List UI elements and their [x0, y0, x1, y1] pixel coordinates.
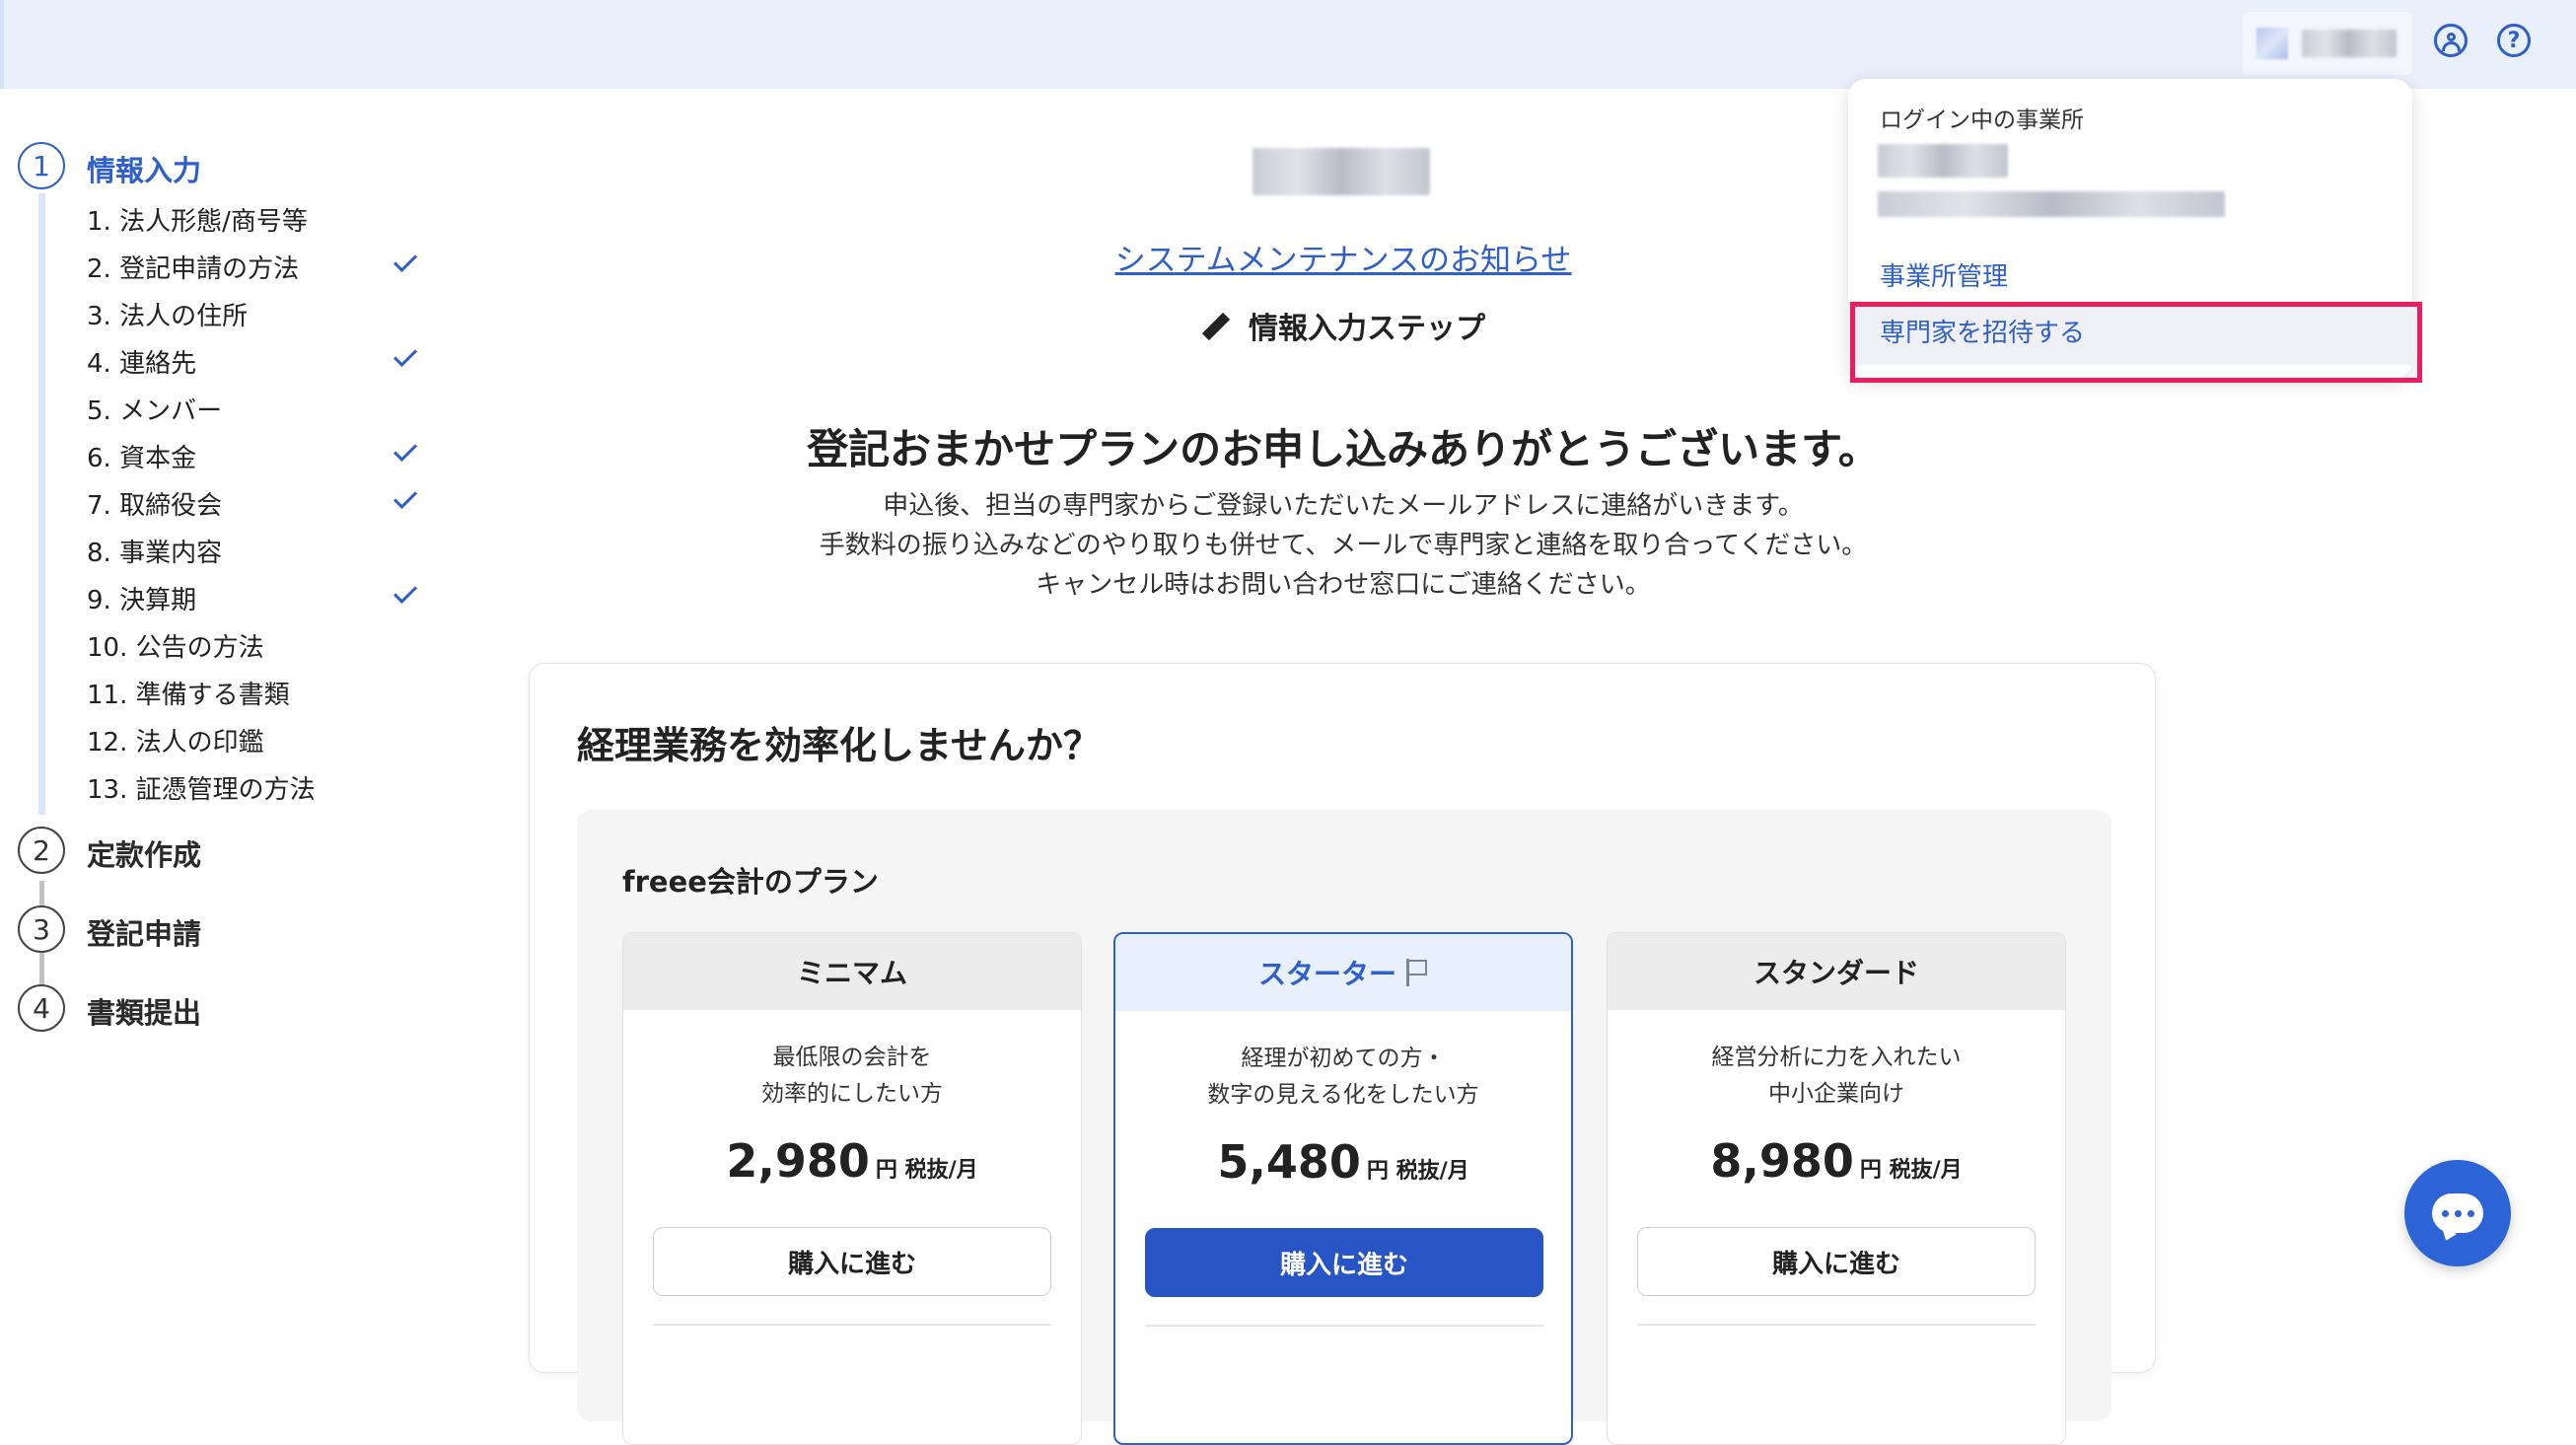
buy-button-minimum[interactable]: 購入に進む	[653, 1227, 1051, 1296]
flag-icon	[1406, 959, 1428, 986]
plan-price: 5,480 円 税抜/月	[1217, 1135, 1469, 1189]
plan-card-standard: スタンダード 経営分析に力を入れたい 中小企業向け 8,980 円 税抜/月 購入に…	[1607, 932, 2066, 1445]
plan-card-minimum: ミニマム 最低限の会計を 効率的にしたい方 2,980 円 税抜/月 購入に進む	[622, 932, 1082, 1445]
promo-title: 経理業務を効率化しませんか？	[577, 724, 1101, 767]
menu-item-office-management[interactable]: 事業所管理	[1880, 256, 2008, 293]
step-title-registration[interactable]: 登記申請	[87, 911, 201, 953]
step-item-12[interactable]: 12. 法人の印鑑	[87, 722, 264, 759]
plans-panel: freee会計のプラン ミニマム 最低限の会計を 効率的にしたい方 2,980 円 …	[577, 810, 2111, 1445]
steps-heading-text: 情報入力ステップ	[1249, 312, 1485, 346]
account-switcher[interactable]	[2243, 12, 2412, 75]
step-title-info-input[interactable]: 情報入力	[87, 148, 201, 189]
chat-bubble-icon	[2432, 1193, 2483, 1233]
plan-description: 経営分析に力を入れたい 中小企業向け	[1711, 1045, 1962, 1107]
divider	[1145, 1325, 1543, 1327]
step-number-4: 4	[18, 984, 65, 1032]
account-name-redacted	[2302, 30, 2397, 57]
step-item-10[interactable]: 10. 公告の方法	[87, 627, 264, 664]
plan-description: 最低限の会計を 効率的にしたい方	[761, 1045, 943, 1107]
account-dropdown-menu: ログイン中の事業所 事業所管理 専門家を招待する	[1848, 79, 2412, 379]
plan-name: スターター	[1115, 934, 1571, 1011]
pencil-icon	[1201, 312, 1231, 340]
divider	[653, 1324, 1051, 1326]
description-line: 手数料の振り込みなどのやり取りも併せて、メールで専門家と連絡を取り合ってください…	[819, 531, 1868, 560]
divider	[1637, 1324, 2036, 1326]
chat-button[interactable]	[2404, 1160, 2511, 1266]
step-number-2: 2	[18, 827, 65, 874]
plan-card-starter: スターター 経理が初めての方・ 数字の見える化をしたい方 5,480 円 税抜/月 …	[1113, 932, 1573, 1445]
description-line: 申込後、担当の専門家からご登録いただいたメールアドレスに連絡がいきます。	[883, 491, 1804, 521]
plan-name: スタンダード	[1608, 933, 2065, 1010]
plan-price: 8,980 円 税抜/月	[1710, 1134, 1963, 1188]
step-item-4[interactable]: 4. 連絡先	[87, 343, 196, 380]
plan-description: 経理が初めての方・ 数字の見える化をしたい方	[1207, 1046, 1479, 1108]
step-title-submission[interactable]: 書類提出	[87, 990, 201, 1032]
account-avatar	[2256, 28, 2288, 59]
plan-name: ミニマム	[623, 933, 1081, 1010]
thanks-heading: 登記おまかせプランのお申し込みありがとうございます。	[807, 425, 1880, 473]
description-line: キャンセル時はお問い合わせ窓口にご連絡ください。	[1036, 570, 1651, 600]
step-item-1[interactable]: 1. 法人形態/商号等	[87, 201, 308, 238]
help-circle-icon[interactable]: ?	[2497, 24, 2531, 57]
step-number-3: 3	[18, 905, 65, 953]
company-logo-redacted	[1252, 148, 1430, 195]
step-item-11[interactable]: 11. 準備する書類	[87, 675, 290, 711]
step-item-13[interactable]: 13. 証憑管理の方法	[87, 769, 316, 806]
user-circle-icon[interactable]	[2434, 24, 2468, 57]
current-office-label: ログイン中の事業所	[1880, 108, 2084, 133]
office-name-redacted	[1878, 144, 2008, 178]
accounting-promo-card: 経理業務を効率化しませんか？ freee会計のプラン ミニマム 最低限の会計を効…	[529, 663, 2156, 1445]
plan-price: 2,980 円 税抜/月	[726, 1134, 978, 1188]
step-number-1: 1	[18, 142, 65, 189]
top-header: ?	[0, 0, 2576, 89]
office-id-redacted	[1878, 191, 2225, 217]
menu-item-invite-expert[interactable]: 専門家を招待する	[1848, 302, 2412, 365]
step-title-articles[interactable]: 定款作成	[87, 832, 201, 874]
buy-button-standard[interactable]: 購入に進む	[1637, 1227, 2036, 1296]
buy-button-starter[interactable]: 購入に進む	[1145, 1228, 1543, 1297]
plans-label: freee会計のプラン	[622, 865, 879, 899]
